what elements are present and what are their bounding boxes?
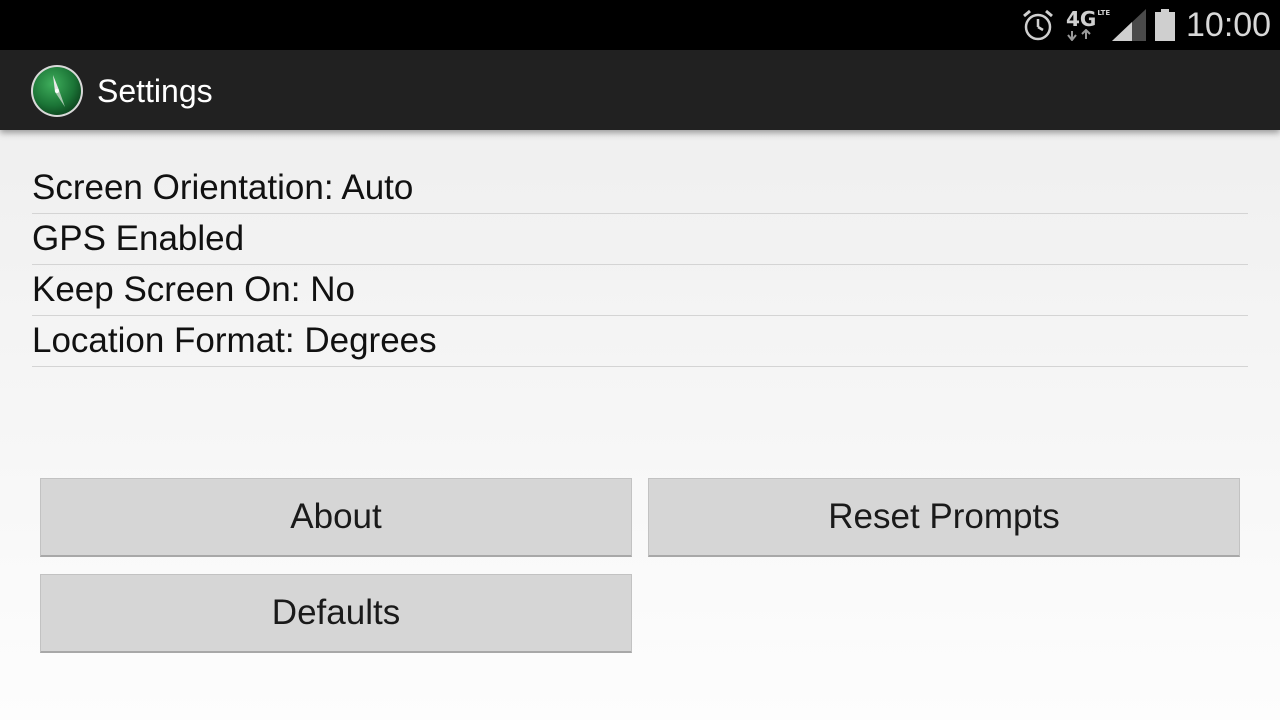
reset-prompts-button[interactable]: Reset Prompts bbox=[648, 478, 1240, 557]
signal-strength-icon bbox=[1112, 0, 1148, 50]
network-sub-label: LTE bbox=[1097, 9, 1111, 17]
setting-gps-enabled[interactable]: GPS Enabled bbox=[32, 214, 1248, 265]
network-4g-lte-icon: 4G LTE bbox=[1066, 0, 1114, 50]
about-button[interactable]: About bbox=[40, 478, 632, 557]
status-bar: 4G LTE 10:00 bbox=[0, 0, 1280, 50]
setting-location-format[interactable]: Location Format: Degrees bbox=[32, 316, 1248, 367]
settings-list: Screen Orientation: Auto GPS Enabled Kee… bbox=[32, 163, 1248, 367]
alarm-icon bbox=[1020, 0, 1058, 50]
setting-screen-orientation[interactable]: Screen Orientation: Auto bbox=[32, 163, 1248, 214]
compass-icon[interactable] bbox=[29, 63, 85, 119]
network-type-label: 4G bbox=[1066, 7, 1097, 31]
page-title: Settings bbox=[97, 73, 213, 109]
status-clock: 10:00 bbox=[1186, 5, 1272, 44]
battery-icon bbox=[1154, 0, 1178, 50]
setting-keep-screen-on[interactable]: Keep Screen On: No bbox=[32, 265, 1248, 316]
defaults-button[interactable]: Defaults bbox=[40, 574, 632, 653]
action-bar: Settings bbox=[0, 50, 1280, 130]
data-arrows-icon bbox=[1067, 29, 1091, 41]
